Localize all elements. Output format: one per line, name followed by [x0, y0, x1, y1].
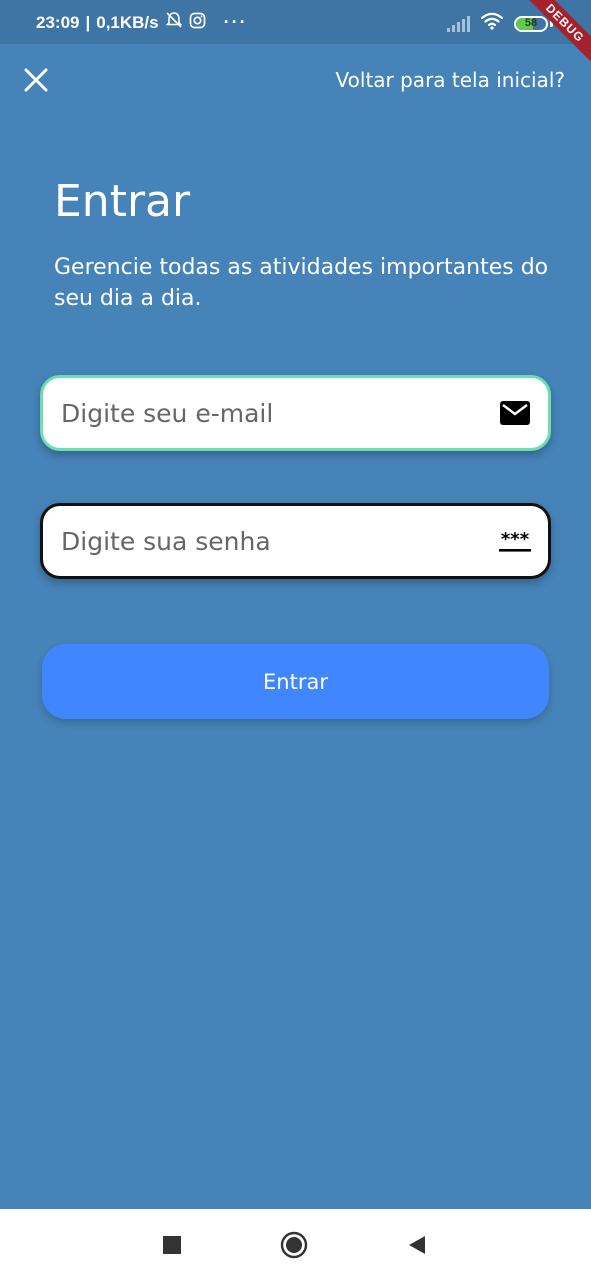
status-right: 58	[447, 12, 553, 35]
circle-icon	[280, 1231, 308, 1259]
instagram-icon	[189, 12, 206, 34]
page-title: Entrar	[54, 176, 191, 227]
page-subtitle: Gerencie todas as atividades importantes…	[54, 255, 549, 311]
status-separator: |	[85, 12, 91, 32]
signal-icon	[447, 15, 470, 32]
email-field[interactable]	[40, 375, 551, 451]
status-time: 23:09	[36, 12, 80, 32]
status-bar: 23:09 | 0,1KB/s ··· 58 DEBUG	[0, 0, 591, 72]
back-button[interactable]	[403, 1231, 431, 1259]
recent-apps-button[interactable]	[158, 1231, 186, 1259]
triangle-back-icon	[409, 1236, 425, 1254]
battery-level: 58	[524, 16, 538, 29]
password-field[interactable]: ***	[40, 503, 551, 579]
more-dots-icon: ···	[223, 12, 248, 32]
debug-banner: DEBUG	[516, 0, 591, 72]
close-icon	[24, 68, 48, 92]
login-screen: 23:09 | 0,1KB/s ··· 58 DEBUG Voltar para…	[0, 0, 591, 1280]
wifi-icon	[480, 12, 504, 35]
password-input[interactable]	[43, 506, 498, 576]
email-input[interactable]	[43, 378, 498, 448]
close-button[interactable]	[22, 66, 50, 94]
login-submit-button[interactable]: Entrar	[42, 644, 549, 719]
mail-icon	[498, 396, 532, 430]
back-to-home-link[interactable]: Voltar para tela inicial?	[336, 68, 565, 92]
password-icon: ***	[498, 524, 532, 558]
battery-icon: 58	[514, 15, 548, 32]
home-button[interactable]	[280, 1231, 308, 1259]
square-icon	[163, 1236, 181, 1254]
system-nav-bar	[0, 1209, 591, 1280]
network-speed: 0,1KB/s	[96, 12, 159, 32]
status-left: 23:09 | 0,1KB/s ···	[36, 11, 248, 34]
svg-text:***: ***	[501, 529, 530, 550]
muted-alarm-icon	[165, 11, 183, 34]
